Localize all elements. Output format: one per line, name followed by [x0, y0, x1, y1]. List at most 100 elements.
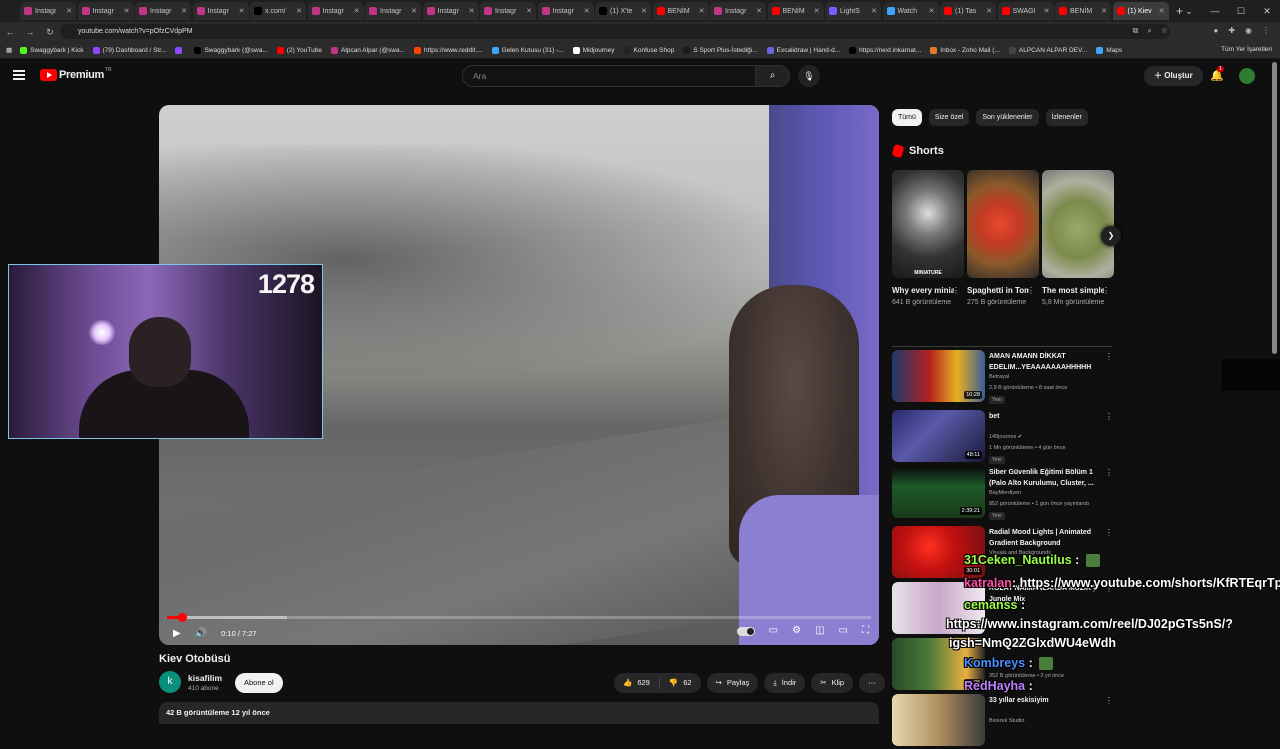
- tab-close-icon[interactable]: ✕: [526, 7, 532, 15]
- close-window-icon[interactable]: ✕: [1254, 6, 1280, 17]
- short-card[interactable]: MINIATURE Why every miniature ... 641 B gö…: [892, 170, 964, 308]
- bookmark-item[interactable]: Inbox - Zoho Mail (...: [930, 46, 1000, 54]
- video-more-icon[interactable]: ⋮: [1105, 696, 1113, 705]
- video-title[interactable]: Siber Güvenlik Eğitimi Bölüm 1 (Palo Alt…: [989, 467, 1107, 489]
- forward-icon[interactable]: →: [20, 27, 40, 37]
- short-title[interactable]: Why every miniature ...: [892, 285, 954, 296]
- tab-close-icon[interactable]: ✕: [986, 7, 992, 15]
- video-channel[interactable]: 140journos ✔: [989, 434, 1022, 440]
- video-more-icon[interactable]: ⋮: [1105, 468, 1113, 477]
- shorts-next-arrow-icon[interactable]: ❯: [1101, 226, 1121, 246]
- tab-close-icon[interactable]: ✕: [929, 7, 935, 15]
- clip-button[interactable]: ✂ Klip: [811, 673, 854, 693]
- download-button[interactable]: ⤓ İndir: [764, 673, 806, 693]
- browser-tab[interactable]: Watch ✕: [882, 2, 939, 20]
- bookmark-item[interactable]: Swaggybark | Kick: [20, 46, 84, 54]
- browser-tab[interactable]: Instagr ✕: [77, 2, 134, 20]
- bookmark-item[interactable]: Maps: [1096, 46, 1122, 54]
- browser-tab[interactable]: (1) Kiev ✕: [1112, 2, 1169, 20]
- browser-tab[interactable]: Instagr ✕: [20, 2, 76, 20]
- tab-close-icon[interactable]: ✕: [296, 7, 302, 15]
- channel-avatar[interactable]: k: [159, 671, 181, 693]
- tab-close-icon[interactable]: ✕: [1044, 7, 1050, 15]
- filter-chip[interactable]: Son yüklenenler: [976, 109, 1039, 126]
- address-bar[interactable]: youtube.com/watch?v=pOfzCVdpPM: [60, 24, 1170, 39]
- bookmark-item[interactable]: https://next.inkarnat...: [849, 46, 921, 54]
- account-avatar[interactable]: [1239, 68, 1255, 84]
- bookmark-item[interactable]: https://www.reddit....: [414, 46, 483, 54]
- bookmark-item[interactable]: Excalidraw | Hand-d...: [766, 46, 840, 54]
- short-title[interactable]: The most simple - ...: [1042, 285, 1104, 296]
- browser-tab[interactable]: BENİM ✕: [652, 2, 709, 20]
- bookmark-item[interactable]: (79) Dashboard / Str...: [92, 46, 166, 54]
- bookmark-item[interactable]: (2) YouTube: [276, 46, 322, 54]
- bookmark-item[interactable]: ALPCAN ALPAR DEV...: [1008, 46, 1087, 54]
- page-scrollbar[interactable]: [1272, 62, 1277, 354]
- filter-chip[interactable]: Tümü: [892, 109, 922, 126]
- share-button[interactable]: ↪ Paylaş: [706, 673, 759, 693]
- extension-icon[interactable]: ●: [1213, 26, 1218, 35]
- tab-close-icon[interactable]: ✕: [469, 7, 475, 15]
- bookmark-item[interactable]: S Sport Plus-İstediği...: [683, 46, 758, 54]
- fullscreen-icon[interactable]: ⛶: [862, 625, 869, 636]
- browser-tab[interactable]: (1) X'te ✕: [595, 2, 651, 20]
- settings-gear-icon[interactable]: ⚙: [792, 625, 801, 636]
- short-thumbnail[interactable]: [967, 170, 1039, 278]
- all-bookmarks-button[interactable]: Tüm Yer İşaretleri: [1221, 46, 1272, 53]
- browser-tab[interactable]: Instagr ✕: [307, 2, 364, 20]
- short-title[interactable]: Spaghetti in Tomato ...: [967, 285, 1029, 296]
- bookmark-item[interactable]: Gelen Kutusu (31) -...: [491, 46, 564, 54]
- short-card[interactable]: Spaghetti in Tomato ... 275 B görüntüleme…: [967, 170, 1039, 308]
- tab-close-icon[interactable]: ✕: [584, 7, 590, 15]
- browser-tab[interactable]: Instagr ✕: [192, 2, 249, 20]
- video-title[interactable]: AMAN AMANN DİKKAT EDELIM...YEAAAAAAAHHHH…: [989, 351, 1107, 373]
- browser-tab[interactable]: (1) Tas ✕: [940, 2, 996, 20]
- browser-tab[interactable]: BENİM ✕: [767, 2, 824, 20]
- video-thumbnail[interactable]: 2:39:21: [892, 466, 985, 518]
- video-more-icon[interactable]: ⋮: [1105, 412, 1113, 421]
- miniplayer-icon[interactable]: ◫: [815, 625, 824, 636]
- search-icon[interactable]: ⌕: [756, 65, 790, 87]
- bookmark-item[interactable]: [175, 46, 185, 54]
- install-app-icon[interactable]: ⧉: [1133, 26, 1139, 36]
- extensions-puzzle-icon[interactable]: ✚: [1228, 26, 1235, 35]
- autoplay-toggle[interactable]: [736, 627, 755, 636]
- channel-name[interactable]: kisafilim: [188, 673, 222, 683]
- tab-search-icon[interactable]: ⌄: [1176, 6, 1202, 17]
- video-title[interactable]: 33 yıllar eskisiyim: [989, 695, 1107, 706]
- short-more-icon[interactable]: ⋮: [1027, 286, 1035, 295]
- filter-chip[interactable]: İzlenenler: [1045, 109, 1088, 126]
- menu-hamburger-icon[interactable]: [13, 70, 25, 80]
- more-actions-button[interactable]: ⋯: [859, 673, 885, 693]
- subscribe-button[interactable]: Abone ol: [235, 673, 283, 693]
- menu-kebab-icon[interactable]: ⋮: [1262, 26, 1270, 35]
- tab-close-icon[interactable]: ✕: [814, 7, 820, 15]
- browser-tab[interactable]: Instagr ✕: [135, 2, 191, 20]
- bookmark-item[interactable]: Swaggybark (@swa...: [194, 46, 268, 54]
- volume-icon[interactable]: 🔊: [195, 628, 207, 639]
- video-thumbnail[interactable]: [892, 694, 985, 746]
- video-title[interactable]: bet: [989, 411, 1107, 422]
- dislike-button[interactable]: 👎 62: [660, 673, 701, 693]
- browser-tab[interactable]: Instagr ✕: [422, 2, 479, 20]
- browser-tab[interactable]: SWAGI ✕: [997, 2, 1054, 20]
- like-button[interactable]: 👍 629: [614, 673, 659, 693]
- browser-tab[interactable]: Instagr ✕: [480, 2, 536, 20]
- zoom-icon[interactable]: ⌕: [1147, 26, 1151, 36]
- maximize-icon[interactable]: ☐: [1228, 6, 1254, 17]
- youtube-logo[interactable]: Premium TR: [40, 67, 112, 81]
- tab-close-icon[interactable]: ✕: [354, 7, 360, 15]
- bookmark-item[interactable]: Midjourney: [572, 46, 615, 54]
- short-thumbnail[interactable]: [1042, 170, 1114, 278]
- recommended-video[interactable]: 10:28 AMAN AMANN DİKKAT EDELIM...YEAAAAAA…: [892, 350, 1122, 405]
- recommended-video[interactable]: 2:39:21 Siber Güvenlik Eğitimi Bölüm 1 (P…: [892, 466, 1122, 521]
- browser-tab[interactable]: Instagr ✕: [710, 2, 766, 20]
- description-box[interactable]: 42 B görüntüleme 12 yıl önce: [159, 702, 879, 724]
- tab-close-icon[interactable]: ✕: [181, 7, 187, 15]
- tab-close-icon[interactable]: ✕: [1159, 7, 1165, 15]
- short-more-icon[interactable]: ⋮: [1102, 286, 1110, 295]
- tab-close-icon[interactable]: ✕: [124, 7, 130, 15]
- video-thumbnail[interactable]: 48:11: [892, 410, 985, 462]
- tab-close-icon[interactable]: ✕: [641, 7, 647, 15]
- subtitles-icon[interactable]: ▭: [769, 625, 778, 636]
